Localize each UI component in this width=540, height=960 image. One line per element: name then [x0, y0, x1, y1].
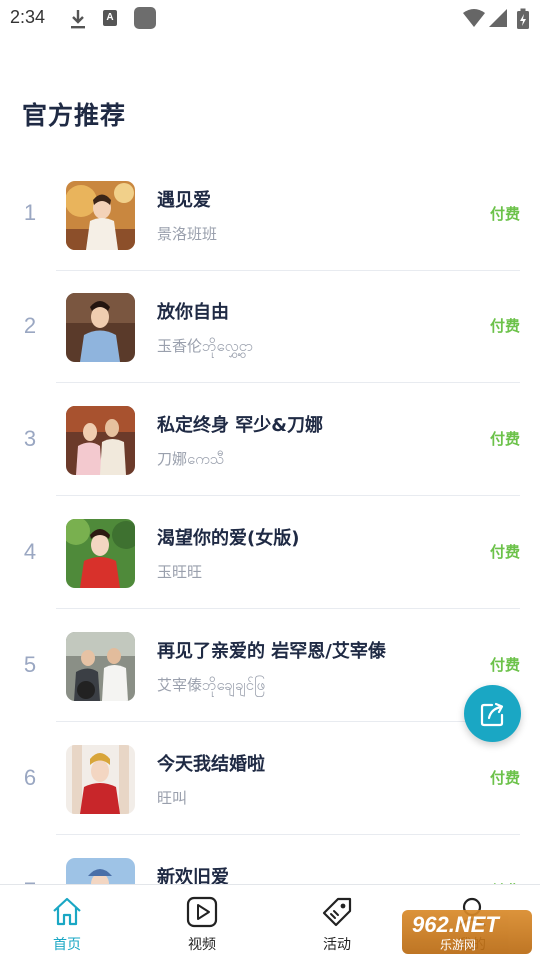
paid-badge: 付费 [489, 317, 520, 335]
share-fab-button[interactable] [464, 685, 521, 742]
song-cover-image [66, 406, 135, 475]
song-title: 放你自由 [157, 302, 229, 323]
watermark-logo: 962.NET 乐游网 [402, 910, 532, 954]
app-notification-icon [134, 7, 156, 29]
tab-activity[interactable]: 活动 [292, 885, 382, 960]
paid-badge: 付费 [489, 205, 520, 223]
page-title: 官方推荐 [22, 101, 127, 130]
signal-icon [489, 9, 507, 27]
song-cover-image [66, 858, 135, 884]
song-title: 渴望你的爱(女版) [157, 528, 300, 549]
song-row[interactable]: 4 渴望你的爱(女版) 玉旺旺 付费 [0, 495, 540, 609]
song-artist: 景洛班班 [157, 225, 218, 243]
paid-badge: 付费 [489, 430, 520, 448]
tab-label: 首页 [53, 937, 81, 953]
paid-badge: 付费 [489, 656, 520, 674]
home-icon [53, 897, 81, 926]
song-row[interactable]: 1 遇见爱 景洛班班 付费 [0, 156, 540, 271]
tab-label: 活动 [323, 937, 351, 953]
paid-badge: 付费 [489, 543, 520, 561]
song-title: 遇见爱 [157, 190, 211, 211]
share-icon [480, 702, 503, 726]
song-title: 今天我结婚啦 [157, 754, 265, 775]
song-artist: 刀娜ကေသီ [157, 450, 225, 468]
song-list: 1 遇见爱 景洛班班 付费 2 放你自由 玉香伦ဘိုလွှေ့ငွာ 付费 3… [0, 156, 540, 884]
song-rank: 6 [23, 765, 37, 790]
song-cover-image [66, 293, 135, 362]
song-row[interactable]: 3 私定终身 罕少&刀娜 刀娜ကေသီ 付费 [0, 382, 540, 496]
song-row[interactable]: 7 新欢旧爱 付费 [0, 834, 540, 884]
tag-icon [322, 897, 352, 927]
song-row[interactable]: 6 今天我结婚啦 旺叫 付费 [0, 721, 540, 835]
song-rank: 4 [23, 539, 37, 564]
download-icon [71, 10, 85, 29]
song-cover-image [66, 181, 135, 250]
song-cover-image [66, 745, 135, 814]
song-rank: 5 [23, 652, 37, 677]
tab-video[interactable]: 视频 [157, 885, 247, 960]
video-play-icon [186, 896, 218, 928]
song-title: 新欢旧爱 [157, 867, 229, 884]
song-cover-image [66, 519, 135, 588]
song-row[interactable]: 2 放你自由 玉香伦ဘိုလွှေ့ငွာ 付费 [0, 269, 540, 383]
font-a-icon: A [103, 10, 117, 26]
song-title: 私定终身 罕少&刀娜 [157, 415, 323, 436]
tab-home[interactable]: 首页 [22, 885, 112, 960]
song-artist: 旺叫 [157, 789, 188, 807]
wifi-icon [463, 9, 485, 27]
tab-label: 视频 [188, 937, 216, 953]
battery-charging-icon [517, 8, 529, 29]
watermark-sub-text: 乐游网 [440, 938, 477, 952]
song-rank: 1 [23, 200, 37, 225]
paid-badge: 付费 [489, 769, 520, 787]
song-cover-image [66, 632, 135, 701]
song-title: 再见了亲爱的 岩罕恩/艾宰傣 [157, 641, 386, 662]
song-artist: 玉香伦ဘိုလွှေ့ငွာ [157, 337, 254, 355]
song-row[interactable]: 5 再见了亲爱的 岩罕恩/艾宰傣 艾宰傣ဘိုချေချင်ဖြ 付费 [0, 608, 540, 722]
song-rank: 2 [23, 313, 37, 338]
song-artist: 艾宰傣ဘိုချေချင်ဖြ [157, 676, 266, 694]
status-bar: 2:34 A [0, 0, 540, 38]
song-artist: 玉旺旺 [157, 563, 203, 581]
status-time: 2:34 [10, 7, 46, 27]
song-rank: 3 [23, 426, 37, 451]
watermark-main-text: 962.NET [412, 912, 499, 937]
